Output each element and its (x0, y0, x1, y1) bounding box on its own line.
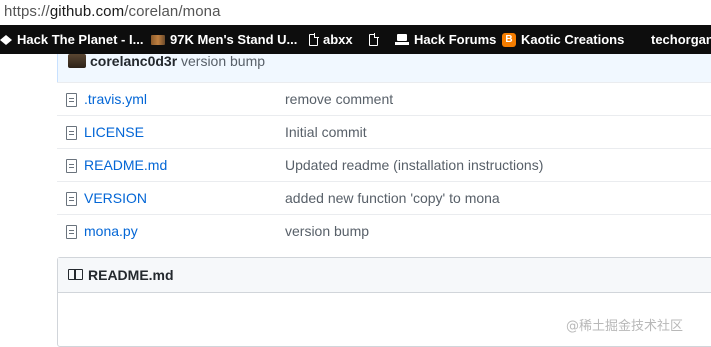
bookmark-label: abxx (323, 32, 353, 47)
bookmark-hack-forums[interactable]: Hack Forums (395, 25, 496, 54)
commit-message[interactable]: version bump (181, 53, 265, 69)
readme-title[interactable]: README.md (88, 267, 174, 283)
url-path: /corelan/mona (124, 3, 221, 20)
document-icon (369, 33, 379, 46)
file-commit-message[interactable]: version bump (285, 223, 369, 239)
avatar[interactable] (68, 54, 86, 68)
url-text[interactable]: https://github.com/corelan/mona (4, 3, 221, 20)
bookmark-label: techorgani (651, 32, 711, 47)
hackforums-icon (395, 33, 409, 46)
commit-author-link[interactable]: corelanc0d3r (90, 53, 177, 69)
blogger-icon: B (502, 32, 516, 47)
hackthebox-icon (0, 34, 12, 46)
file-link[interactable]: LICENSE (84, 124, 144, 140)
bookmark-abxx[interactable]: abxx (309, 25, 353, 54)
file-commit-message[interactable]: Updated readme (installation instruction… (285, 157, 543, 173)
file-link[interactable]: mona.py (84, 223, 138, 239)
bookmark-label: Hack Forums (414, 32, 497, 47)
address-bar[interactable]: https://github.com/corelan/mona (0, 0, 711, 25)
file-icon (66, 225, 77, 239)
file-link[interactable]: VERSION (84, 190, 147, 206)
url-scheme: https:// (4, 3, 50, 20)
file-commit-message[interactable]: Initial commit (285, 124, 367, 140)
bookmark-kaotic-creations[interactable]: B Kaotic Creations (502, 25, 624, 54)
url-host: github.com (49, 3, 125, 20)
file-row: .travis.yml remove comment (57, 82, 711, 115)
bookmark-label: Hack The Planet - I... (17, 32, 144, 47)
bookmark-hack-the-planet[interactable]: Hack The Planet - I... (0, 25, 143, 54)
bookmark-untitled[interactable] (369, 25, 383, 54)
document-icon (309, 33, 319, 46)
latest-commit-bar: corelanc0d3r version bump (57, 53, 711, 82)
bookmark-97k-mens-stand[interactable]: 97K Men's Stand U... (151, 25, 297, 54)
file-icon (66, 126, 77, 140)
file-link[interactable]: README.md (84, 157, 167, 173)
bookmark-label: 97K Men's Stand U... (170, 32, 298, 47)
file-commit-message[interactable]: remove comment (285, 91, 393, 107)
watermark: @稀土掘金技术社区 (566, 319, 684, 334)
grid-icon (633, 33, 646, 46)
file-row: LICENSE Initial commit (57, 115, 711, 148)
file-icon (66, 192, 77, 206)
book-icon (68, 269, 83, 280)
thumbnail-icon (151, 34, 165, 45)
file-icon (66, 159, 77, 173)
readme-header: README.md (58, 258, 711, 293)
bookmark-techorgani[interactable]: techorgani (633, 25, 711, 54)
file-row: mona.py version bump (57, 214, 711, 247)
file-row: VERSION added new function 'copy' to mon… (57, 181, 711, 214)
bookmarks-bar: Hack The Planet - I... 97K Men's Stand U… (0, 25, 711, 54)
file-link[interactable]: .travis.yml (84, 91, 147, 107)
file-row: README.md Updated readme (installation i… (57, 148, 711, 181)
bookmark-label: Kaotic Creations (521, 32, 625, 47)
file-commit-message[interactable]: added new function 'copy' to mona (285, 190, 500, 206)
file-icon (66, 93, 77, 107)
